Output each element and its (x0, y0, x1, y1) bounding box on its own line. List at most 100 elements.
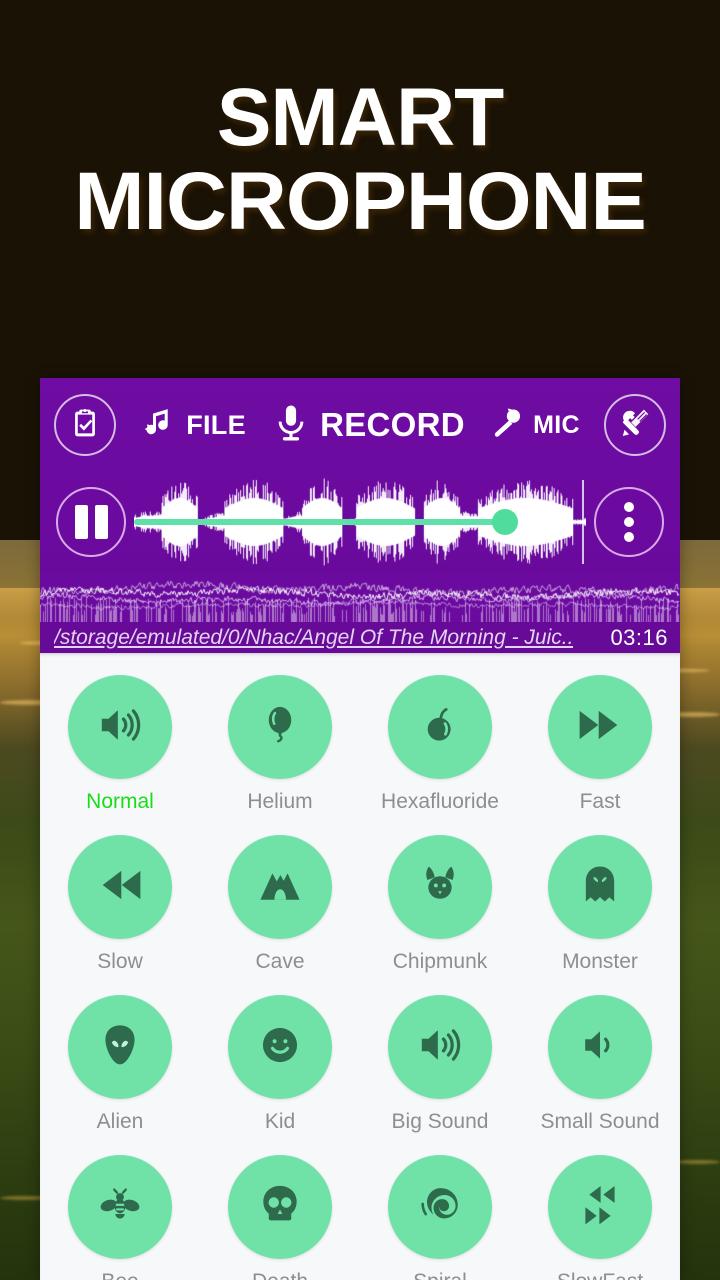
volume-low-icon (576, 1021, 624, 1074)
spectrum-strip (40, 572, 680, 622)
record-button[interactable]: RECORD (270, 402, 465, 449)
effect-item-slow[interactable]: Slow (40, 835, 200, 974)
balloon-icon (255, 700, 305, 755)
bee-icon (95, 1180, 145, 1235)
heavy-balloon-icon (415, 700, 465, 755)
effect-label: Kid (264, 1110, 296, 1133)
effects-grid: Normal Helium Hexafluoride Fast Slow Cave Chip… (40, 675, 680, 1280)
file-button[interactable]: FILE (140, 404, 246, 447)
screenshot-root: SMART MICROPHONE FILE RECORD MIC /storag… (0, 0, 720, 1280)
effect-item-chipmunk[interactable]: Chipmunk (360, 835, 520, 974)
more-vertical-icon-dot-2 (624, 517, 634, 527)
effect-item-cave[interactable]: Cave (200, 835, 360, 974)
effect-label: Monster (562, 950, 638, 973)
chipmunk-face-icon (415, 860, 465, 915)
pause-button[interactable] (56, 487, 126, 557)
effect-label: SlowFast (557, 1270, 643, 1280)
effect-label: Helium (247, 790, 313, 813)
effect-item-alien[interactable]: Alien (40, 995, 200, 1134)
effect-circle[interactable] (388, 1155, 492, 1259)
rewind-forward-icon (575, 1180, 625, 1235)
overflow-menu-button[interactable] (594, 487, 664, 557)
alien-head-icon (95, 1020, 145, 1075)
waveform-seekbar[interactable] (134, 474, 586, 570)
seek-progress-line (134, 519, 505, 525)
effect-item-hexafluoride[interactable]: Hexafluoride (360, 675, 520, 814)
effect-circle[interactable] (548, 995, 652, 1099)
effect-item-bee[interactable]: Bee (40, 1155, 200, 1280)
effect-circle[interactable] (68, 1155, 172, 1259)
effect-circle[interactable] (228, 995, 332, 1099)
ghost-icon (575, 860, 625, 915)
effect-label: Fast (579, 790, 621, 813)
effect-item-normal[interactable]: Normal (40, 675, 200, 814)
wrench-screwdriver-icon (618, 406, 652, 445)
effect-label: Spiral (413, 1270, 467, 1280)
fast-forward-icon (574, 699, 626, 756)
more-vertical-icon (624, 502, 634, 512)
record-label: RECORD (320, 406, 465, 443)
effect-item-slowfast[interactable]: SlowFast (520, 1155, 680, 1280)
effect-circle[interactable] (68, 675, 172, 779)
effect-label: Chipmunk (392, 950, 488, 973)
spiral-icon (414, 1179, 466, 1236)
effect-circle[interactable] (228, 675, 332, 779)
effect-circle[interactable] (548, 835, 652, 939)
effect-item-monster[interactable]: Monster (520, 835, 680, 974)
clipboard-check-icon (68, 406, 102, 445)
file-label: FILE (186, 409, 246, 440)
effect-item-death[interactable]: Death (200, 1155, 360, 1280)
effect-circle[interactable] (388, 835, 492, 939)
effect-circle[interactable] (548, 1155, 652, 1259)
effect-label: Cave (255, 950, 305, 973)
pause-icon-bar-2 (94, 505, 108, 539)
app-window: FILE RECORD MIC /storage/emulated/0/Nhac… (40, 378, 680, 1280)
effect-label: Big Sound (391, 1110, 489, 1133)
effect-item-fast[interactable]: Fast (520, 675, 680, 814)
cave-icon (256, 861, 304, 914)
volume-high-icon (94, 699, 146, 756)
tools-settings-button[interactable] (604, 394, 666, 456)
waveform-end-tick (570, 521, 584, 523)
spectrum-canvas (40, 572, 680, 622)
rewind-icon (94, 859, 146, 916)
effect-circle[interactable] (388, 995, 492, 1099)
playback-controls-row (40, 472, 680, 572)
player-header: FILE RECORD MIC /storage/emulated/0/Nhac… (40, 378, 680, 653)
clipboard-check-button[interactable] (54, 394, 116, 456)
effect-item-spiral[interactable]: Spiral (360, 1155, 520, 1280)
file-info-bar: /storage/emulated/0/Nhac/Angel Of The Mo… (40, 622, 680, 653)
effect-circle[interactable] (548, 675, 652, 779)
duration-label: 03:16 (610, 624, 668, 650)
effect-label: Alien (96, 1110, 144, 1133)
smiley-face-icon (255, 1020, 305, 1075)
effect-item-helium[interactable]: Helium (200, 675, 360, 814)
seek-thumb[interactable] (491, 509, 518, 535)
effect-circle[interactable] (228, 1155, 332, 1259)
microphone-icon (270, 402, 312, 449)
effect-circle[interactable] (68, 995, 172, 1099)
effect-label: Bee (101, 1270, 138, 1280)
pause-icon (74, 505, 88, 539)
effect-label: Normal (86, 790, 154, 813)
effect-circle[interactable] (228, 835, 332, 939)
effect-circle[interactable] (68, 835, 172, 939)
effect-label: Death (252, 1270, 308, 1280)
more-vertical-icon-dot-3 (624, 532, 634, 542)
effect-label: Slow (97, 950, 143, 973)
volume-high-icon (414, 1019, 466, 1076)
file-path-label[interactable]: /storage/emulated/0/Nhac/Angel Of The Mo… (54, 626, 573, 650)
mic-label: MIC (533, 410, 580, 439)
mic-button[interactable]: MIC (489, 405, 580, 446)
music-note-icon (140, 404, 178, 447)
effect-item-big-sound[interactable]: Big Sound (360, 995, 520, 1134)
effect-item-small-sound[interactable]: Small Sound (520, 995, 680, 1134)
effect-circle[interactable] (388, 675, 492, 779)
handheld-mic-icon (489, 405, 525, 446)
effect-item-kid[interactable]: Kid (200, 995, 360, 1134)
field-line (675, 1160, 720, 1164)
effect-label: Hexafluoride (381, 790, 499, 813)
top-toolbar: FILE RECORD MIC (40, 378, 680, 472)
skull-icon (255, 1180, 305, 1235)
voice-effects-panel: Normal Helium Hexafluoride Fast Slow Cave Chip… (40, 653, 680, 1280)
